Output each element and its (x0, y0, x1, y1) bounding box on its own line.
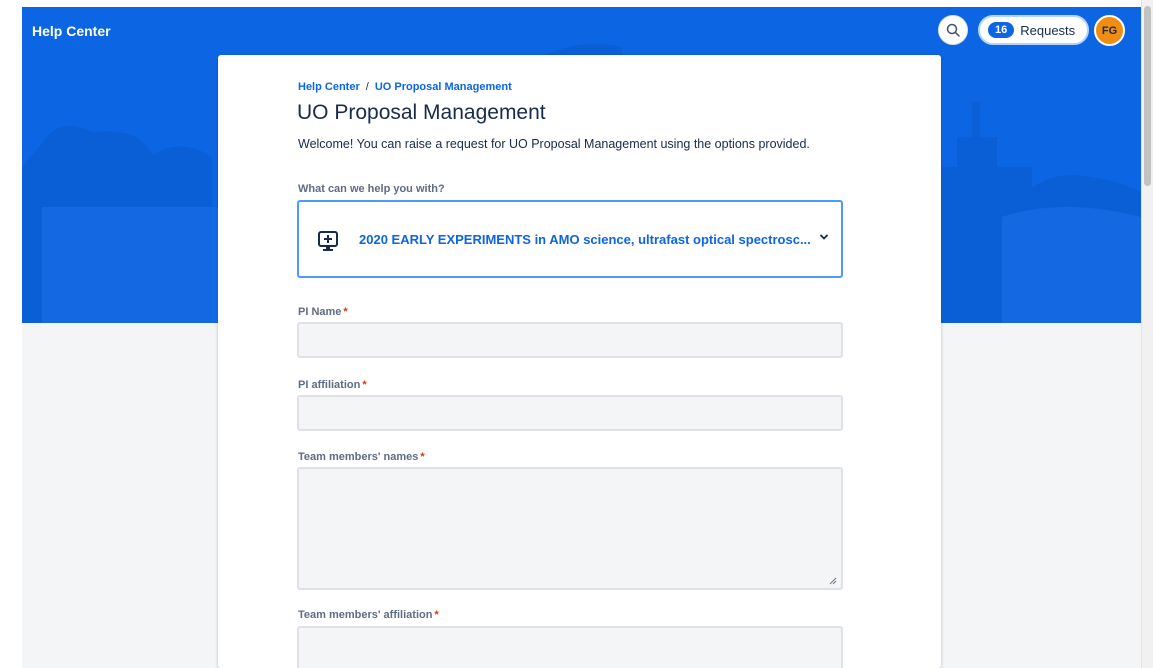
user-avatar[interactable]: FG (1094, 15, 1125, 46)
required-marker: * (362, 379, 367, 391)
pi-affiliation-input[interactable] (297, 395, 843, 431)
pi-affiliation-label: PI affiliation * (298, 379, 367, 391)
page-description: Welcome! You can raise a request for UO … (298, 137, 810, 151)
search-button[interactable] (938, 15, 968, 45)
requests-button[interactable]: 16 Requests (978, 15, 1090, 45)
pi-name-label-text: PI Name (298, 306, 342, 318)
request-type-label: What can we help you with? (298, 183, 445, 195)
scrollbar-thumb[interactable] (1144, 6, 1151, 186)
breadcrumb-uo-proposal-management[interactable]: UO Proposal Management (375, 81, 512, 93)
pi-name-label: PI Name * (298, 306, 348, 318)
request-type-select[interactable]: 2020 EARLY EXPERIMENTS in AMO science, u… (297, 200, 843, 278)
page-title: UO Proposal Management (297, 101, 546, 124)
team-affiliation-label: Team members' affiliation * (298, 609, 439, 621)
page-margin-left (0, 0, 22, 668)
pi-name-input[interactable] (297, 322, 843, 358)
search-icon (946, 23, 960, 37)
request-form-card: Help Center / UO Proposal Management UO … (218, 55, 941, 668)
pi-affiliation-label-text: PI affiliation (298, 379, 361, 391)
chevron-down-icon (820, 234, 828, 240)
required-marker: * (420, 451, 425, 463)
team-affiliation-textarea[interactable] (297, 626, 843, 668)
required-marker: * (343, 306, 348, 318)
team-affiliation-label-text: Team members' affiliation (298, 609, 433, 621)
monitor-plus-icon (318, 231, 338, 251)
breadcrumb-help-center[interactable]: Help Center (298, 81, 360, 93)
team-names-label-text: Team members' names (298, 451, 419, 463)
requests-label: Requests (1020, 22, 1076, 38)
requests-count-badge: 16 (988, 22, 1015, 38)
request-type-selected: 2020 EARLY EXPERIMENTS in AMO science, u… (359, 232, 811, 247)
breadcrumb: Help Center / UO Proposal Management (298, 81, 512, 93)
team-names-textarea[interactable] (297, 467, 843, 590)
page-scrollbar[interactable] (1141, 0, 1153, 668)
team-names-label: Team members' names * (298, 451, 425, 463)
required-marker: * (434, 609, 439, 621)
help-center-link[interactable]: Help Center (32, 23, 111, 39)
resize-handle-icon[interactable] (829, 577, 837, 585)
breadcrumb-separator: / (365, 81, 369, 93)
